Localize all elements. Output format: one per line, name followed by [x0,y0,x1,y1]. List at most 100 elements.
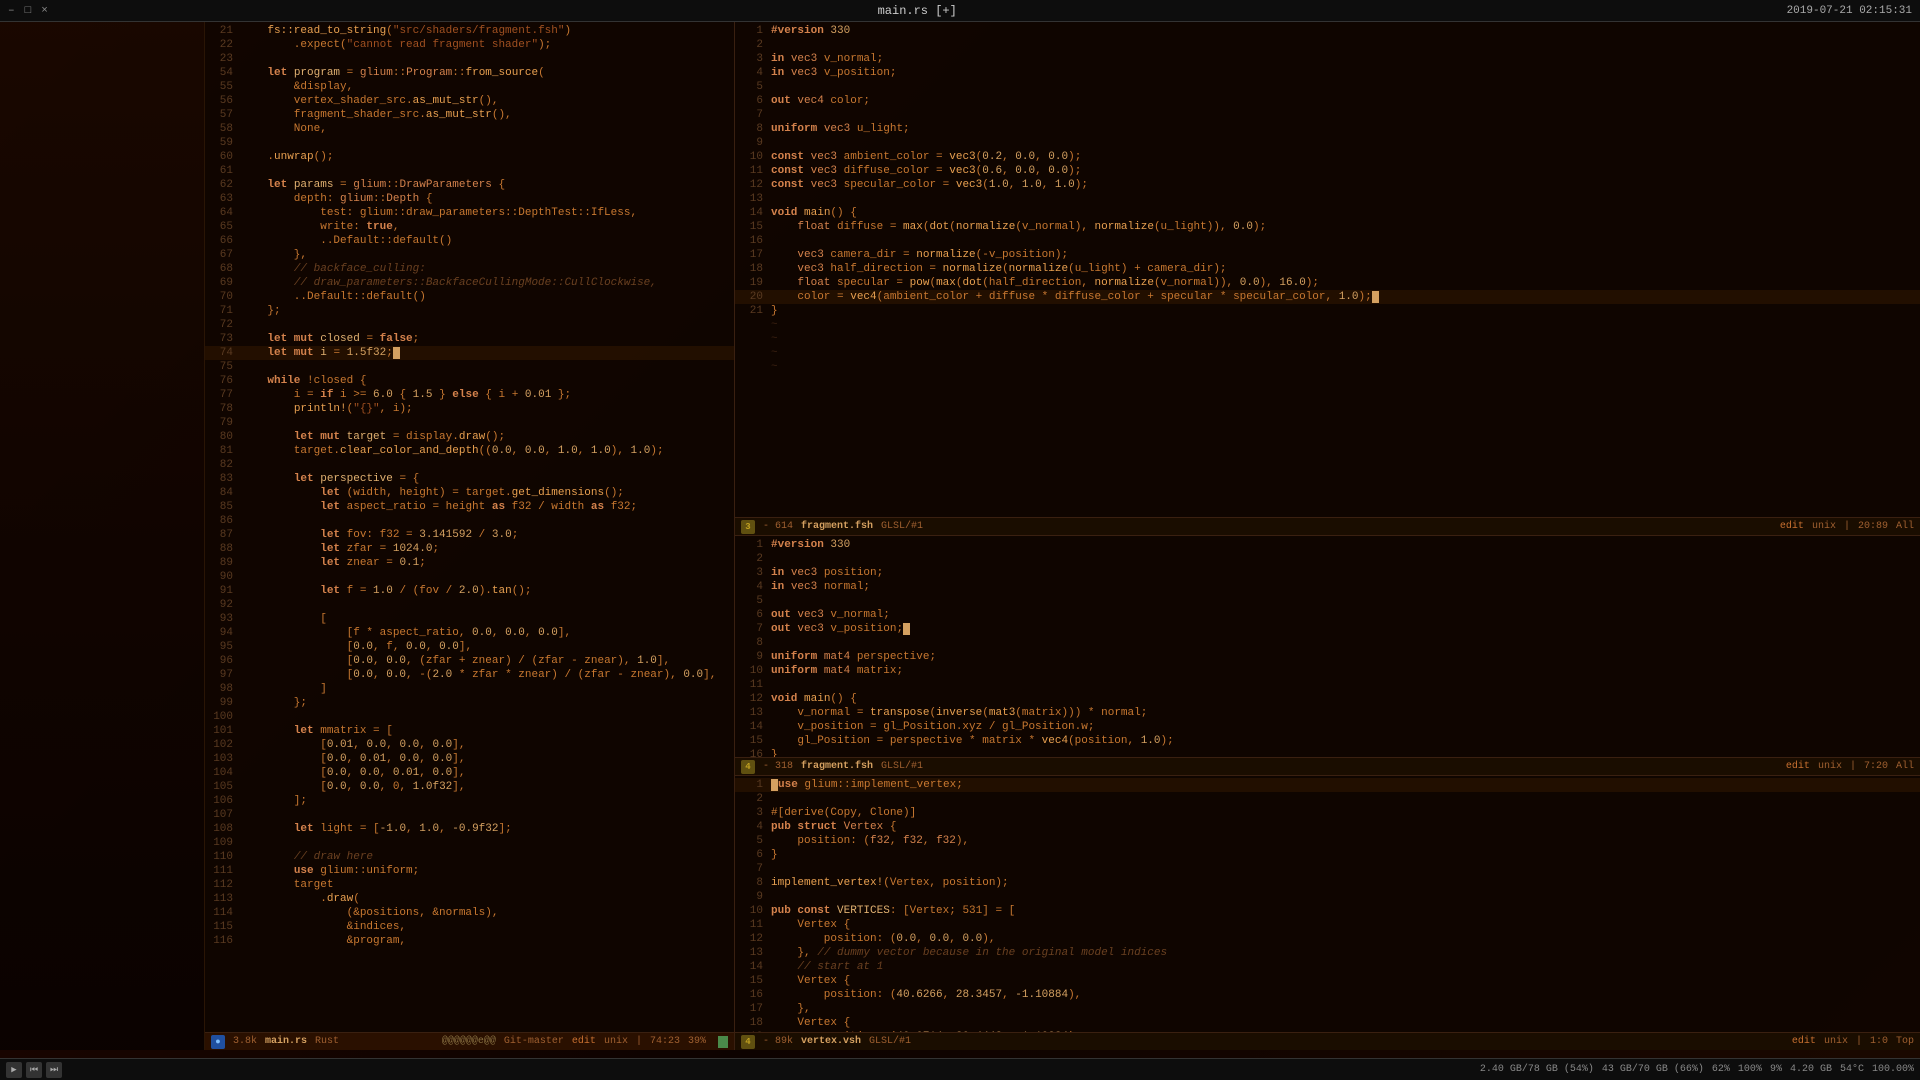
status-flags-main: @@@@@@e@@ [442,1036,496,1047]
code-line: 93 [ [205,612,734,626]
code-line: 9 [735,136,1920,150]
code-line: 3#[derive(Copy, Clone)] [735,806,1920,820]
code-line: 60 .unwrap(); [205,150,734,164]
sys-brightness: 100% [1738,1064,1762,1075]
code-line: 67 }, [205,248,734,262]
code-line: 110 // draw here [205,850,734,864]
right-pane-mid[interactable]: 1#version 330 2 3in vec3 position; 4in v… [735,536,1920,776]
status-pct-main: 39% [688,1036,706,1047]
screen: – □ × main.rs [+] 2019-07-21 02:15:31 21… [0,0,1920,1080]
code-line: 114 (&positions, &normals), [205,906,734,920]
close-icon[interactable]: × [41,5,48,17]
sys-icon-3[interactable]: ⏭ [46,1062,62,1078]
code-area-fragment-mid[interactable]: 1#version 330 2 3in vec3 position; 4in v… [735,536,1920,757]
code-line: 15 float diffuse = max(dot(normalize(v_n… [735,220,1920,234]
code-line: 65 write: true, [205,220,734,234]
code-line: 98 ] [205,682,734,696]
code-line: 21 fs::read_to_string("src/shaders/fragm… [205,24,734,38]
code-line: 87 let fov: f32 = 3.141592 / 3.0; [205,528,734,542]
code-area-fragment-top[interactable]: 1#version 330 2 3in vec3 v_normal; 4in v… [735,22,1920,517]
window-title: main.rs [+] [878,4,957,18]
status-pos-fragment-top: 20:89 [1858,521,1888,532]
code-line: 112 target [205,878,734,892]
code-area-vertex[interactable]: 1use glium::implement_vertex; 2 3#[deriv… [735,776,1920,1032]
statusline-vertex: 4 - 89k vertex.vsh GLSL/#1 edit unix | 1… [735,1032,1920,1050]
code-line: 89 let znear = 0.1; [205,556,734,570]
code-line: 101 let mmatrix = [ [205,724,734,738]
status-mode-vertex: edit [1792,1036,1816,1047]
code-line: 71 }; [205,304,734,318]
code-line: 6} [735,848,1920,862]
status-encoding-vertex: unix [1824,1036,1848,1047]
code-line: 99 }; [205,696,734,710]
sys-misc: 100.00% [1872,1064,1914,1075]
status-lang-vertex: GLSL/#1 [869,1036,911,1047]
code-line: 86 [205,514,734,528]
code-line: 56 vertex_shader_src.as_mut_str(), [205,94,734,108]
statusline-mid: 4 - 318 fragment.fsh GLSL/#1 edit unix |… [735,757,1920,775]
status-filename-mid: fragment.fsh [801,761,873,772]
code-line: 2 [735,792,1920,806]
status-mode-main: edit [572,1036,596,1047]
code-line-active: 20 color = vec4(ambient_color + diffuse … [735,290,1920,304]
sys-storage: 4.20 GB [1790,1064,1832,1075]
maximize-icon[interactable]: □ [25,5,32,17]
code-line: 3in vec3 v_normal; [735,52,1920,66]
code-line: 115 &indices, [205,920,734,934]
code-line: 12const vec3 specular_color = vec3(1.0, … [735,178,1920,192]
code-line: 108 let light = [-1.0, 1.0, -0.9f32]; [205,822,734,836]
tilde-line: ~ [735,360,1920,374]
code-line: 58 None, [205,122,734,136]
code-line: 116 &program, [205,934,734,948]
code-line: 64 test: glium::draw_parameters::DepthTe… [205,206,734,220]
code-line: 19 float specular = pow(max(dot(half_dir… [735,276,1920,290]
right-pane-bottom[interactable]: 1use glium::implement_vertex; 2 3#[deriv… [735,776,1920,1050]
left-pane-main[interactable]: 21 fs::read_to_string("src/shaders/fragm… [205,22,735,1050]
code-area-main[interactable]: 21 fs::read_to_string("src/shaders/fragm… [205,22,734,1032]
code-line: 22 .expect("cannot read fragment shader"… [205,38,734,52]
code-line: 4pub struct Vertex { [735,820,1920,834]
buffer-indicator-main: ● [211,1035,225,1049]
code-line: 2 [735,552,1920,566]
code-line: 73 let mut closed = false; [205,332,734,346]
status-encoding-fragment-top: unix [1812,521,1836,532]
code-line: 9uniform mat4 perspective; [735,650,1920,664]
status-mode-fragment-top: edit [1780,521,1804,532]
code-line: 7 [735,862,1920,876]
code-line: 17 vec3 camera_dir = normalize(-v_positi… [735,248,1920,262]
code-line-active: 1use glium::implement_vertex; [735,778,1920,792]
status-filesize-vertex: - 89k [763,1036,793,1047]
right-pane-top[interactable]: 1#version 330 2 3in vec3 v_normal; 4in v… [735,22,1920,536]
code-line: 16 [735,234,1920,248]
status-pct-fragment-top: All [1896,521,1914,532]
code-line: 96 [0.0, 0.0, (zfar + znear) / (zfar - z… [205,654,734,668]
code-line: 6out vec3 v_normal; [735,608,1920,622]
minimize-icon[interactable]: – [8,5,15,17]
code-line: 18 vec3 half_direction = normalize(norma… [735,262,1920,276]
code-line: 6out vec4 color; [735,94,1920,108]
status-pos-mid: 7:20 [1864,761,1888,772]
code-line: 76 while !closed { [205,374,734,388]
buffer-indicator-fragment-top: 3 [741,520,755,534]
status-git-main: Git-master [504,1036,564,1047]
code-line: 95 [0.0, f, 0.0, 0.0], [205,640,734,654]
code-line: 1#version 330 [735,24,1920,38]
status-pct-mid: All [1896,761,1914,772]
code-line: 90 [205,570,734,584]
top-bar-left: – □ × [8,5,48,17]
code-line: 16} [735,748,1920,757]
sys-right: 2.40 GB/78 GB (54%) 43 GB/70 GB (66%) 62… [1480,1064,1914,1075]
code-line: 10pub const VERTICES: [Vertex; 531] = [ [735,904,1920,918]
sys-icon-1[interactable]: ▶ [6,1062,22,1078]
code-line: 105 [0.0, 0.0, 0, 1.0f32], [205,780,734,794]
status-filesize-mid: - 318 [763,761,793,772]
code-line: 63 depth: glium::Depth { [205,192,734,206]
code-line: 85 let aspect_ratio = height as f32 / wi… [205,500,734,514]
sys-icon-2[interactable]: ⏮ [26,1062,42,1078]
status-lang-mid: GLSL/#1 [881,761,923,772]
tilde-line: ~ [735,318,1920,332]
code-line: 79 [205,416,734,430]
code-line: 92 [205,598,734,612]
code-line-active: 74 let mut i = 1.5f32; [205,346,734,360]
status-filename-fragment-top: fragment.fsh [801,521,873,532]
